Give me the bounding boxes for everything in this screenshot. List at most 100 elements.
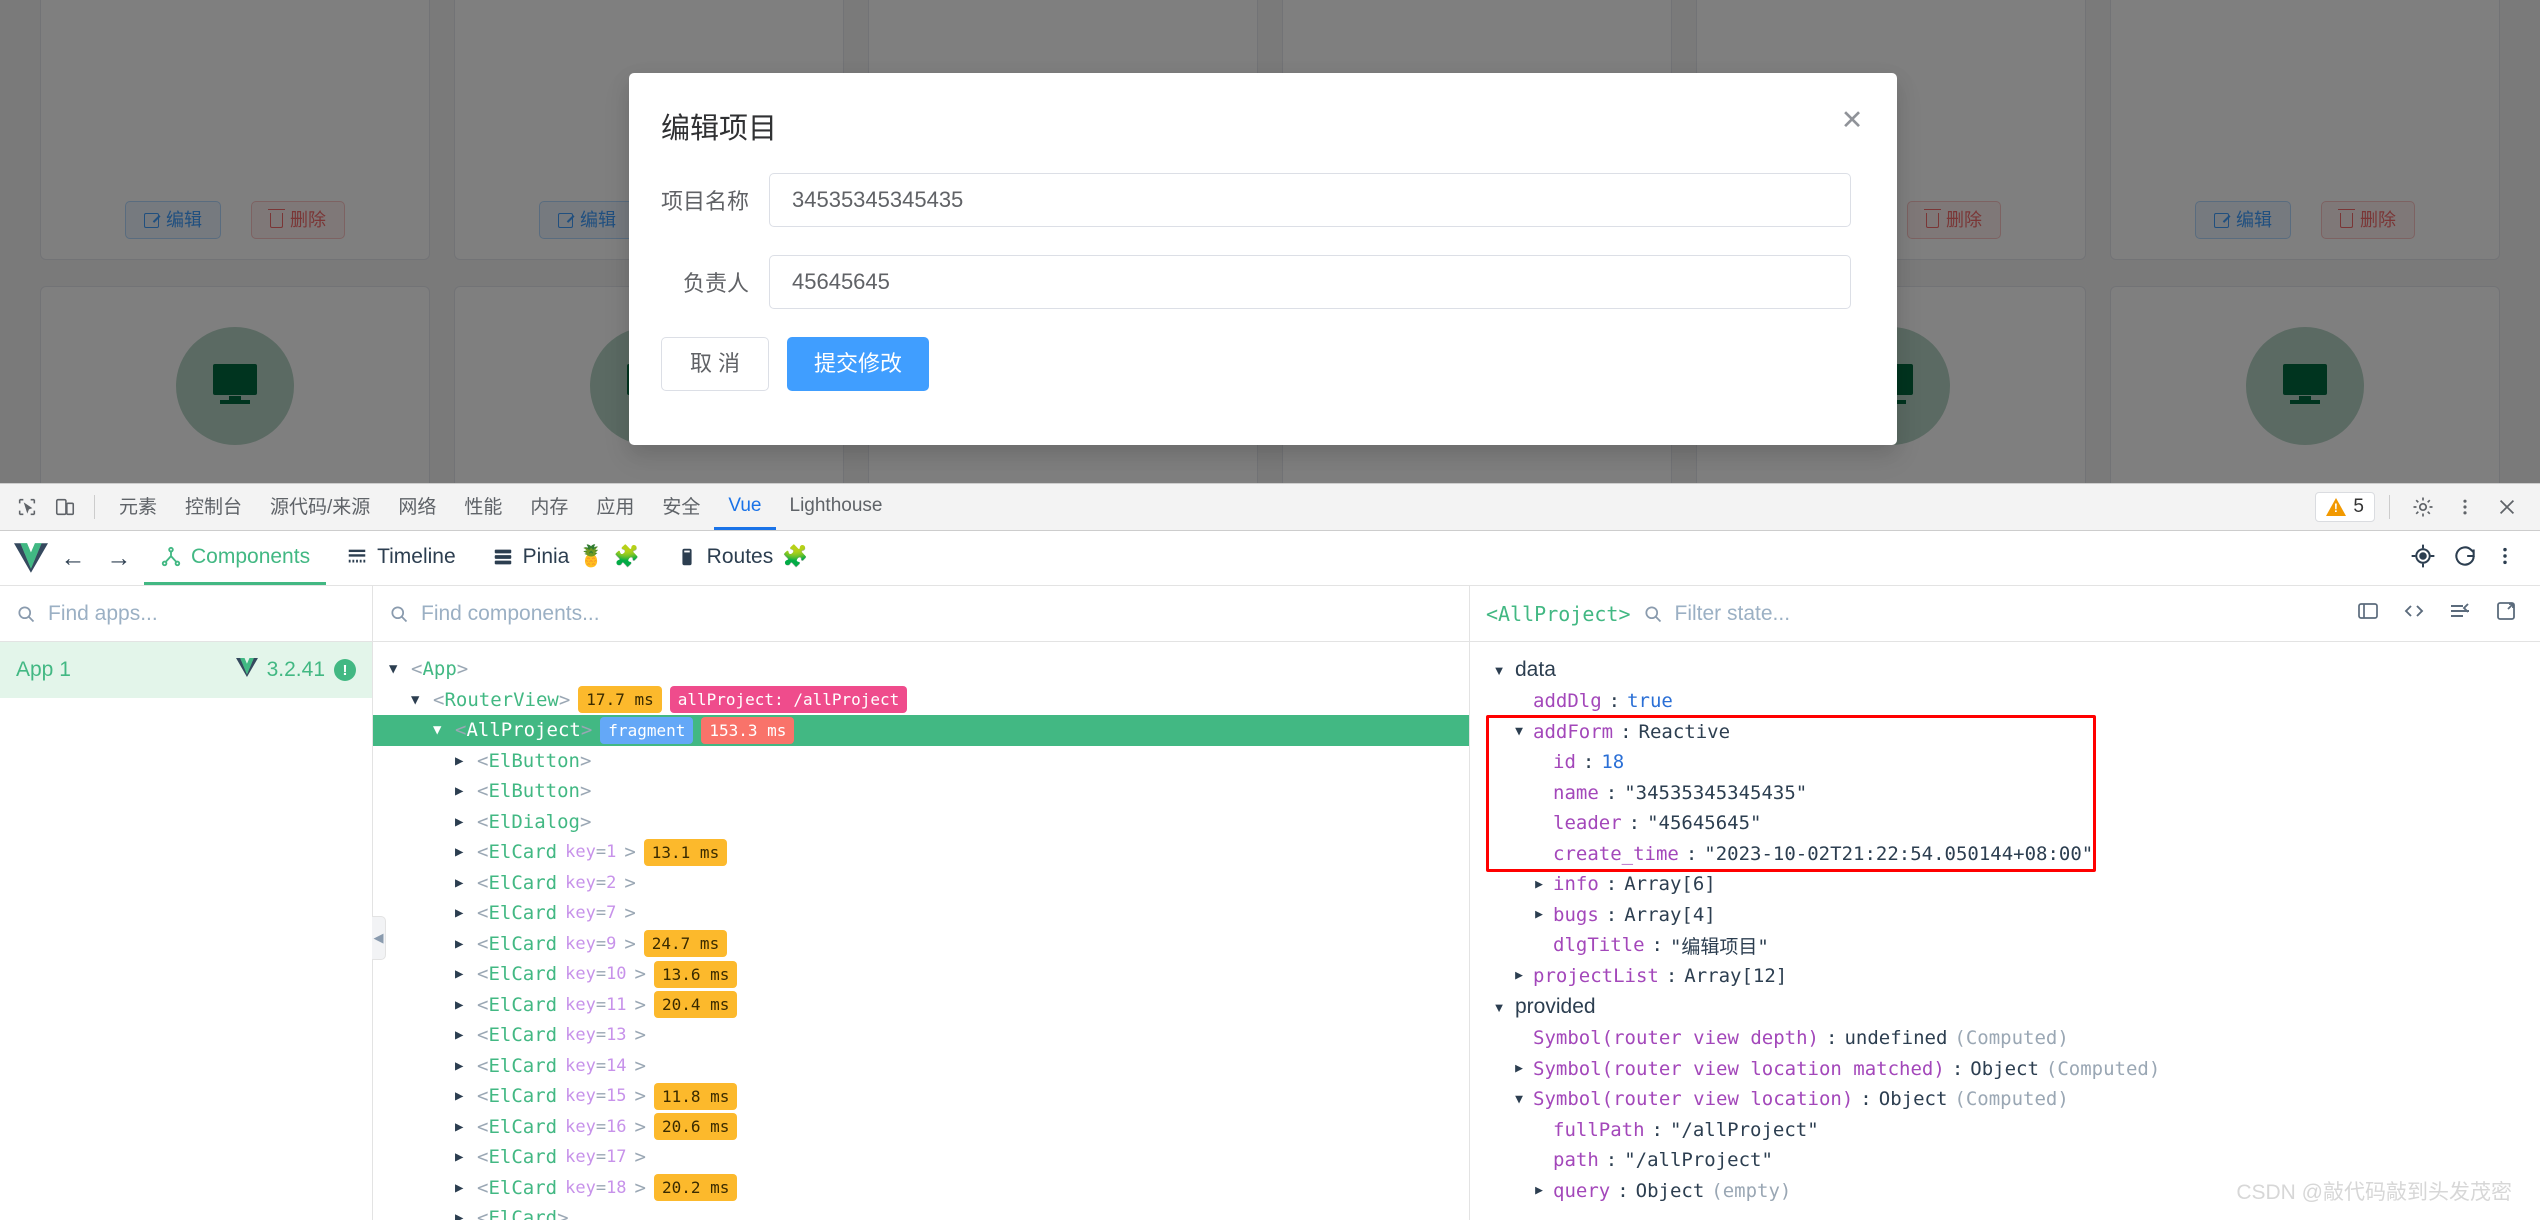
caret-down-icon[interactable]: ▼	[433, 722, 447, 738]
tree-node[interactable]: ▶ <ElCard key=15 >11.8 ms	[373, 1081, 1469, 1112]
tree-node[interactable]: ▶ <ElCard key=9 >24.7 ms	[373, 929, 1469, 960]
tree-node[interactable]: ▶ <ElCard key=14 >	[373, 1051, 1469, 1082]
caret-right-icon[interactable]: ▶	[455, 1210, 469, 1220]
kebab-menu-icon[interactable]	[2446, 488, 2484, 526]
devtools-tab-6[interactable]: 应用	[582, 484, 648, 530]
state-row[interactable]: ▼ addForm: Reactive	[1470, 717, 2540, 748]
caret-right-icon[interactable]: ▶	[455, 753, 469, 769]
open-in-editor-icon[interactable]	[2402, 599, 2426, 628]
expand-pane-icon[interactable]	[2494, 599, 2518, 628]
vue-kebab-menu-icon[interactable]	[2494, 545, 2516, 572]
device-toolbar-icon[interactable]	[46, 488, 84, 526]
tree-node[interactable]: ▶ <ElCard key=7 >	[373, 898, 1469, 929]
submit-changes-button[interactable]: 提交修改	[787, 337, 930, 391]
devtools-tab-2[interactable]: 源代码/来源	[256, 484, 384, 530]
state-row[interactable]: ▶ Symbol(router view location matched): Ob…	[1470, 1054, 2540, 1085]
tree-node[interactable]: ▶ <ElDialog>	[373, 807, 1469, 838]
state-row[interactable]: ▸name:"34535345345435"	[1470, 778, 2540, 809]
caret-down-icon[interactable]: ▼	[389, 661, 403, 677]
tree-node[interactable]: ▶ <ElButton>	[373, 746, 1469, 777]
caret-right-icon[interactable]: ▶	[455, 1027, 469, 1043]
caret-right-icon[interactable]: ▶	[455, 844, 469, 860]
console-ref-icon[interactable]	[2448, 599, 2472, 628]
caret-right-icon[interactable]: ▶	[455, 966, 469, 982]
state-row[interactable]: ▼ Symbol(router view location): Object (Co…	[1470, 1084, 2540, 1115]
back-arrow-icon[interactable]: ←	[52, 537, 94, 579]
state-row[interactable]: ▸fullPath:"/allProject"	[1470, 1115, 2540, 1146]
caret-right-icon[interactable]: ▶	[455, 905, 469, 921]
tree-node[interactable]: ▼ <App>	[373, 654, 1469, 685]
caret-right-icon[interactable]: ▶	[455, 1119, 469, 1135]
state-row[interactable]: ▶ info: Array[6]	[1470, 869, 2540, 900]
caret-right-icon[interactable]: ▶	[455, 875, 469, 891]
state-row[interactable]: ▶ projectList: Array[12]	[1470, 961, 2540, 992]
state-row[interactable]: ▸addDlg:true	[1470, 686, 2540, 717]
caret-right-icon[interactable]: ▶	[1532, 907, 1546, 922]
tree-node[interactable]: ▶ <ElCard key=13 >	[373, 1020, 1469, 1051]
caret-right-icon[interactable]: ▶	[455, 997, 469, 1013]
cancel-button[interactable]: 取 消	[661, 337, 769, 391]
tree-node-selected[interactable]: ▼ <AllProject> fragment 153.3 ms	[373, 715, 1469, 746]
vue-tab-components[interactable]: Components	[144, 531, 327, 585]
state-row[interactable]: ▸leader:"45645645"	[1470, 808, 2540, 839]
caret-right-icon[interactable]: ▶	[1532, 877, 1546, 892]
leader-input[interactable]	[769, 255, 1851, 309]
caret-right-icon[interactable]: ▶	[455, 1180, 469, 1196]
tree-node[interactable]: ▶ <ElCard key=16 >20.6 ms	[373, 1112, 1469, 1143]
state-row[interactable]: ▸create_time:"2023-10-02T21:22:54.050144…	[1470, 839, 2540, 870]
vue-tab-timeline[interactable]: Timeline	[330, 531, 472, 585]
forward-arrow-icon[interactable]: →	[98, 537, 140, 579]
caret-down-icon[interactable]: ▼	[1492, 1000, 1506, 1015]
caret-down-icon[interactable]: ▼	[411, 692, 425, 708]
vue-tab-routes[interactable]: Routes 🧩	[660, 531, 825, 585]
tree-node[interactable]: ▶ <ElCard key=17 >	[373, 1142, 1469, 1173]
tree-node[interactable]: ▼ <RouterView> 17.7 ms allProject: /allProj…	[373, 685, 1469, 716]
devtools-tab-1[interactable]: 控制台	[171, 484, 256, 530]
tree-node[interactable]: ▶ <ElCard>	[373, 1203, 1469, 1220]
caret-right-icon[interactable]: ▶	[455, 1149, 469, 1165]
state-row[interactable]: ▸Symbol(router view depth):undefined (Co…	[1470, 1023, 2540, 1054]
state-row[interactable]: ▸id:18	[1470, 747, 2540, 778]
tree-node[interactable]: ▶ <ElCard key=1 >13.1 ms	[373, 837, 1469, 868]
caret-right-icon[interactable]: ▶	[455, 936, 469, 952]
caret-right-icon[interactable]: ▶	[1532, 1183, 1546, 1198]
devtools-tab-5[interactable]: 内存	[516, 484, 582, 530]
caret-down-icon[interactable]: ▼	[1512, 724, 1526, 739]
inspect-dom-icon[interactable]	[2356, 599, 2380, 628]
find-components-input[interactable]	[421, 601, 1453, 626]
caret-right-icon[interactable]: ▶	[455, 1058, 469, 1074]
tree-node[interactable]: ▶ <ElCard key=2 >	[373, 868, 1469, 899]
inspect-element-icon[interactable]	[8, 488, 46, 526]
state-row[interactable]: ▶ bugs: Array[4]	[1470, 900, 2540, 931]
state-group-provided[interactable]: ▼ provided	[1470, 991, 2540, 1023]
caret-down-icon[interactable]: ▼	[1512, 1092, 1526, 1107]
devtools-tab-3[interactable]: 网络	[384, 484, 450, 530]
find-apps-input[interactable]	[48, 601, 356, 626]
caret-right-icon[interactable]: ▶	[1512, 968, 1526, 983]
caret-right-icon[interactable]: ▶	[455, 814, 469, 830]
caret-right-icon[interactable]: ▶	[455, 1088, 469, 1104]
devtools-tab-8[interactable]: Vue	[714, 484, 776, 530]
devtools-tab-0[interactable]: 元素	[105, 484, 171, 530]
tree-node[interactable]: ▶ <ElButton>	[373, 776, 1469, 807]
tree-node[interactable]: ▶ <ElCard key=18 >20.2 ms	[373, 1173, 1469, 1204]
devtools-tab-4[interactable]: 性能	[450, 484, 516, 530]
warning-count-badge[interactable]: 5	[2315, 492, 2375, 522]
pane-collapse-handle[interactable]: ◀	[372, 916, 386, 960]
devtools-tab-9[interactable]: Lighthouse	[776, 484, 897, 530]
filter-state-input[interactable]	[1674, 601, 2344, 626]
state-row[interactable]: ▸path:"/allProject"	[1470, 1145, 2540, 1176]
gear-icon[interactable]	[2404, 488, 2442, 526]
refresh-icon[interactable]	[2452, 543, 2478, 574]
select-component-icon[interactable]	[2410, 543, 2436, 574]
caret-right-icon[interactable]: ▶	[455, 783, 469, 799]
caret-right-icon[interactable]: ▶	[1512, 1061, 1526, 1076]
tree-node[interactable]: ▶ <ElCard key=11 >20.4 ms	[373, 990, 1469, 1021]
state-group-data[interactable]: ▼ data	[1470, 654, 2540, 686]
close-icon[interactable]: ✕	[1835, 103, 1869, 137]
tree-node[interactable]: ▶ <ElCard key=10 >13.6 ms	[373, 959, 1469, 990]
state-row[interactable]: ▸dlgTitle:"编辑项目"	[1470, 930, 2540, 961]
project-name-input[interactable]	[769, 173, 1851, 227]
vue-tab-pinia[interactable]: Pinia 🍍 🧩	[476, 531, 656, 585]
caret-down-icon[interactable]: ▼	[1492, 663, 1506, 678]
